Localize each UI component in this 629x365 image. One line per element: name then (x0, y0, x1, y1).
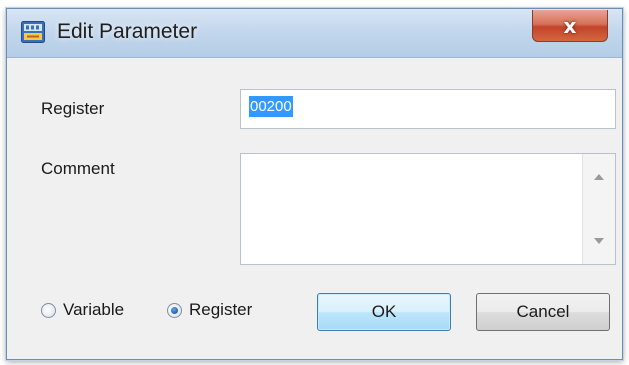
register-radio[interactable] (167, 303, 182, 318)
comment-label: Comment (41, 159, 115, 178)
title-bar[interactable]: Edit Parameter x (7, 9, 622, 58)
app-icon (21, 21, 45, 43)
close-icon: x (563, 13, 577, 38)
variable-radio-label[interactable]: Variable (63, 300, 124, 320)
register-label: Register (41, 99, 105, 118)
close-button[interactable]: x (532, 10, 608, 42)
register-value: 00200 (249, 96, 293, 117)
window-title: Edit Parameter (57, 20, 198, 43)
register-radio-label[interactable]: Register (189, 300, 252, 320)
scroll-down-icon[interactable] (594, 238, 604, 244)
ok-button[interactable]: OK (317, 293, 451, 331)
variable-radio[interactable] (41, 303, 56, 318)
cancel-button[interactable]: Cancel (476, 293, 610, 331)
comment-textarea[interactable] (240, 153, 616, 265)
comment-scrollbar[interactable] (582, 154, 615, 264)
edit-parameter-dialog: Edit Parameter x Register 00200 Comment … (6, 8, 623, 360)
scroll-up-icon[interactable] (594, 174, 604, 180)
radio-selected-dot (171, 307, 178, 314)
register-input[interactable]: 00200 (240, 89, 616, 129)
